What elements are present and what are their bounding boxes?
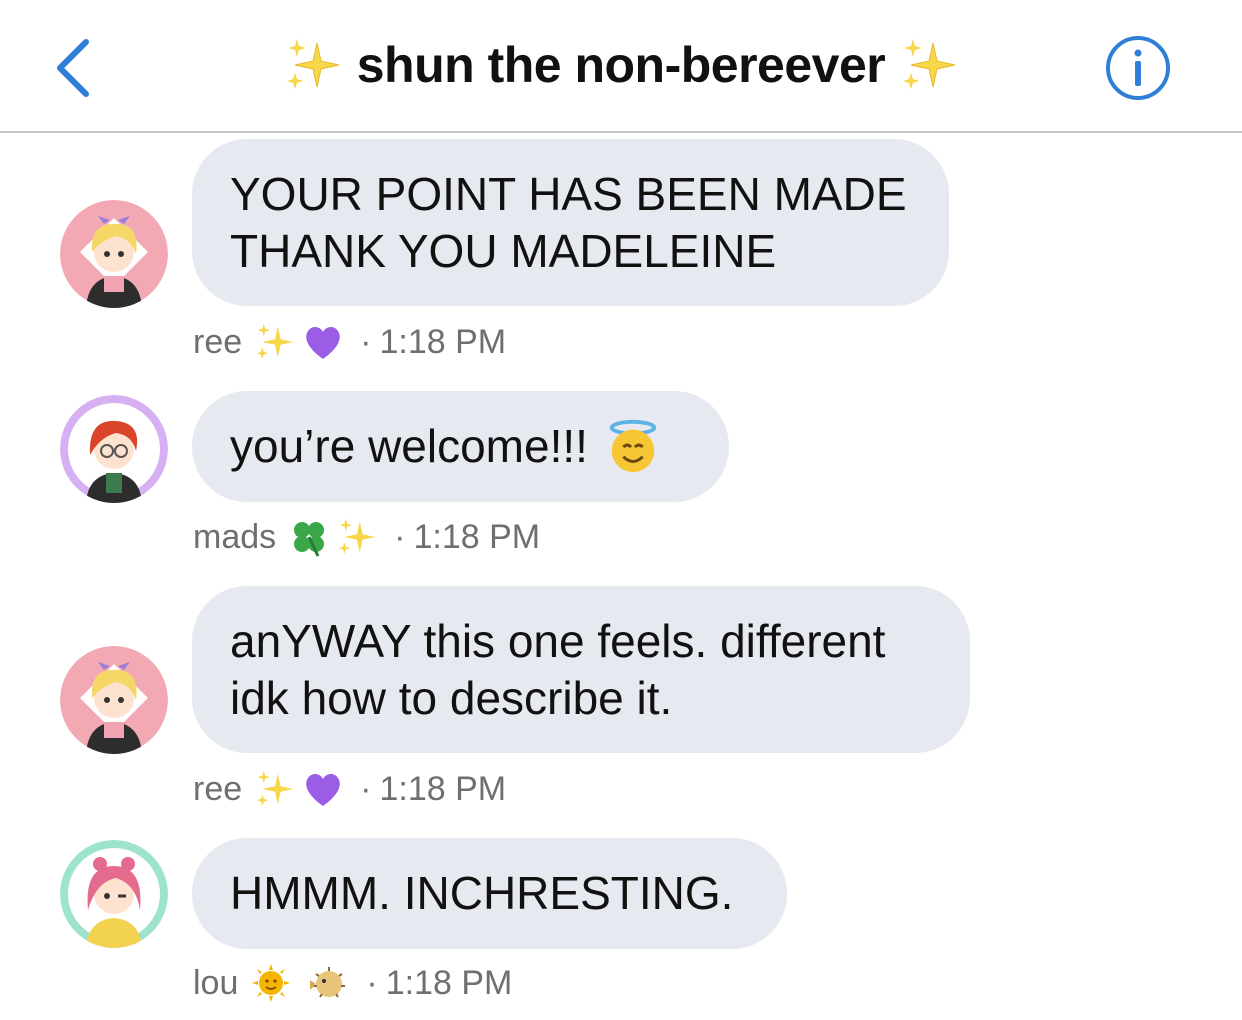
message-text-line: HMMM. INCHRESTING. (230, 867, 734, 919)
message-text-line: you’re welcome!!! (230, 420, 588, 472)
four-leaf-clover-icon (294, 522, 325, 557)
sparkles-icon (286, 39, 339, 89)
message-text-line: anYWAY this one feels. different (230, 614, 886, 667)
header-title-group: shun the non-bereever (0, 30, 1242, 100)
message-text-line: YOUR POINT HAS BEEN MADE (230, 167, 907, 220)
message-text-line: THANK YOU MADELEINE (230, 224, 777, 277)
avatar[interactable] (60, 646, 168, 754)
avatar[interactable] (60, 840, 168, 948)
separator-dot: · (366, 963, 378, 1002)
info-icon[interactable] (1104, 34, 1172, 102)
message-meta: ree · 1:18 PM (193, 766, 506, 812)
sparkles-icon (338, 518, 376, 554)
avatar[interactable] (60, 200, 168, 308)
sparkles-icon (903, 39, 956, 89)
separator-dot: · (360, 769, 372, 808)
blowfish-icon (310, 967, 346, 998)
timestamp: 1:18 PM (379, 322, 507, 361)
sender-name: lou (193, 963, 239, 1002)
timestamp: 1:18 PM (385, 963, 513, 1002)
separator-dot: · (360, 322, 372, 361)
sender-name: ree (193, 322, 243, 361)
sender-name: ree (193, 769, 243, 808)
sparkles-icon (256, 323, 294, 359)
sparkles-icon (256, 770, 294, 806)
conversation-header: shun the non-bereever (0, 0, 1242, 133)
message-meta: ree · 1:18 PM (193, 319, 506, 365)
message-bubble[interactable]: HMMM. INCHRESTING. (192, 838, 787, 949)
smiling-face-with-halo-icon (609, 419, 657, 472)
avatar[interactable] (60, 395, 168, 503)
purple-heart-icon (306, 773, 340, 806)
conversation-title: shun the non-bereever (356, 37, 886, 93)
sender-name: mads (193, 517, 277, 556)
message-text-line: idk how to describe it. (230, 671, 673, 724)
message-bubble[interactable]: YOUR POINT HAS BEEN MADE THANK YOU MADEL… (192, 139, 949, 306)
message-meta: mads · 1:18 PM (193, 514, 540, 560)
message-bubble[interactable]: anYWAY this one feels. different idk how… (192, 586, 970, 753)
message-bubble[interactable]: you’re welcome!!! (192, 391, 729, 502)
timestamp: 1:18 PM (379, 769, 507, 808)
message-meta: lou · 1:18 PM (193, 960, 512, 1006)
sun-with-face-icon (252, 964, 291, 1002)
timestamp: 1:18 PM (413, 517, 541, 556)
purple-heart-icon (306, 326, 340, 359)
separator-dot: · (394, 517, 406, 556)
